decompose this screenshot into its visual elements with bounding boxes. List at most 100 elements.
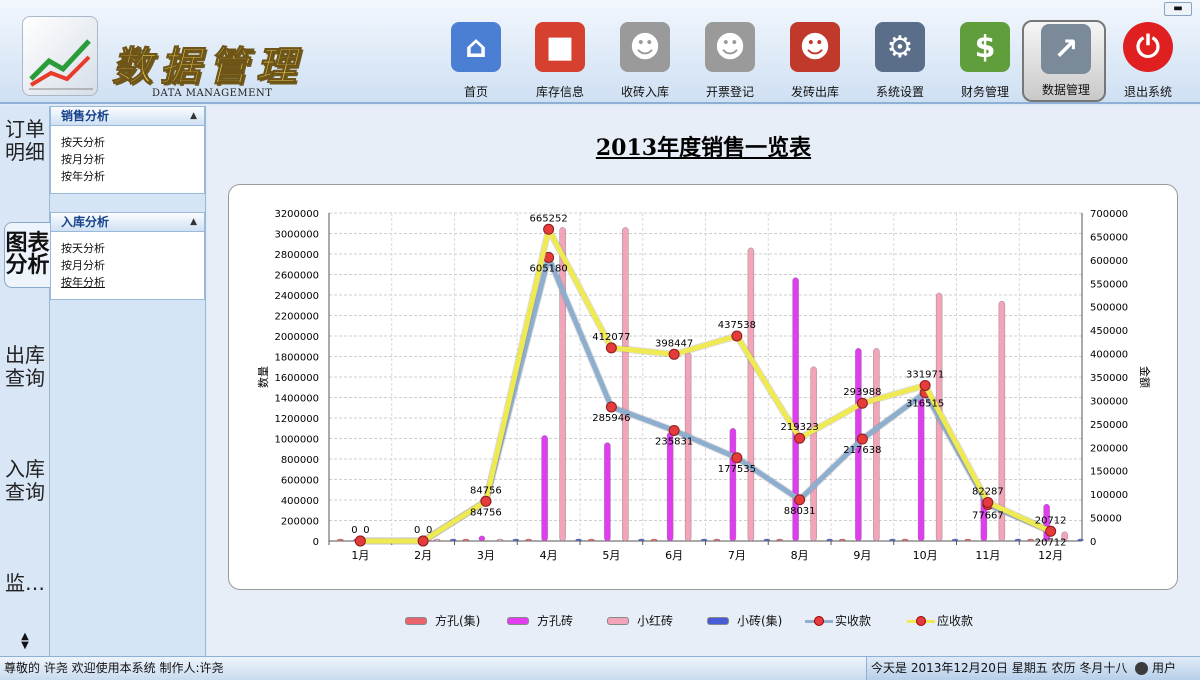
data-label: 285946 [592, 413, 630, 424]
legend-label: 方孔砖 [537, 614, 574, 628]
data-label: 235831 [655, 436, 693, 447]
tab-3[interactable]: 出库查询 [4, 344, 46, 390]
status-date-text: 今天是 2013年12月20日 星期五 农历 冬月十八 [871, 661, 1128, 675]
main-toolbar: ⌂ 首页 ■ 库存信息 ☻ 收砖入库 ☻ 开票登记 ☻ 发砖出库 ⚙ 系统设置 $ 财务管理 ↗ 数据管理 ⏻ 退… [434, 20, 1174, 102]
gear-icon: ⚙ [875, 22, 925, 72]
bar [650, 538, 658, 542]
y-left-axis-label: 数量 [257, 366, 270, 388]
x-tick-label: 2月 [414, 549, 432, 562]
boxes-icon: ■ [535, 22, 585, 72]
y-left-tick-label: 800000 [281, 455, 319, 466]
app-header: 数据管理 DATA MANAGEMENT ⌂ 首页 ■ 库存信息 ☻ 收砖入库 ☻ 开票登记 ☻… [0, 0, 1200, 104]
bar [525, 538, 532, 542]
toolbar-button-label: 开票登记 [705, 85, 754, 99]
chart-area: 2013年度销售一览表 3200000 3000000 2800000 2600000… [207, 106, 1200, 656]
legend-swatch [607, 617, 629, 625]
data-label: 77667 [972, 511, 1004, 522]
bar [839, 538, 846, 542]
worker-invoice-icon: ☻ [705, 22, 755, 72]
app-logo [22, 16, 98, 96]
menu-item[interactable]: 按年分析 [51, 168, 204, 185]
menu-item[interactable]: 按月分析 [51, 257, 204, 274]
wheelbarrow-icon: ☻ [790, 22, 840, 72]
bar [433, 538, 441, 542]
y-right-tick-label: 650000 [1090, 232, 1128, 243]
bar [889, 538, 896, 542]
data-label: 398447 [655, 338, 693, 349]
toolbar-button-worker-invoice[interactable]: ☻ 开票登记 [688, 20, 772, 102]
chart-title: 2013年度销售一览表 [595, 135, 812, 161]
app-subtitle: DATA MANAGEMENT [152, 88, 273, 99]
tab-5[interactable]: 监… [4, 572, 46, 612]
toolbar-button-boxes[interactable]: ■ 库存信息 [518, 20, 602, 102]
y-right-tick-label: 350000 [1090, 373, 1128, 384]
y-right-tick-label: 450000 [1090, 326, 1128, 337]
status-user-label[interactable]: 用户 [1152, 661, 1176, 675]
data-label: 20712 [1035, 515, 1067, 526]
toolbar-button-wheelbarrow[interactable]: ☻ 发砖出库 [773, 20, 857, 102]
menu-item[interactable]: 按年分析 [51, 274, 204, 291]
data-label: 605180 [530, 263, 568, 274]
tab-scroll-arrows[interactable]: ▲ ▼ [18, 632, 32, 651]
panel-title: 入库分析 [61, 215, 110, 229]
tab-1[interactable]: 订单明细 [4, 118, 46, 164]
chart-grid [328, 212, 1083, 542]
chart-frame: 3200000 3000000 2800000 2600000 2400000 22000… [228, 184, 1178, 590]
y-left-tick-label: 600000 [281, 476, 319, 487]
toolbar-button-label: 数据管理 [1041, 83, 1090, 97]
bar [462, 538, 470, 542]
menu-item[interactable]: 按月分析 [51, 151, 204, 168]
y-left-tick-label: 200000 [281, 517, 319, 528]
legend-marker [814, 616, 824, 626]
chart-legend: 方孔(集) 方孔砖 小红砖 小砖(集) 实收款 应收款 [207, 612, 1200, 630]
collapse-chevron-icon[interactable]: ▲ [190, 213, 197, 231]
menu-item[interactable]: 按天分析 [51, 240, 204, 257]
status-date-panel: 今天是 2013年12月20日 星期五 农历 冬月十八 用户 [866, 657, 1200, 680]
data-label: 665252 [530, 213, 568, 224]
tab-4[interactable]: 入库查询 [4, 458, 46, 504]
bar [337, 538, 344, 542]
legend-swatch [405, 617, 427, 625]
line-marker [794, 494, 806, 506]
bar [449, 538, 457, 542]
toolbar-button-worker-bricks-in[interactable]: ☻ 收砖入库 [603, 20, 687, 102]
bar [1027, 538, 1034, 542]
toolbar-button-power[interactable]: ⏻ 退出系统 [1106, 20, 1190, 102]
line-marker [605, 342, 617, 354]
toolbar-button-money-notepad[interactable]: $ 财务管理 [943, 20, 1027, 102]
y-right-axis-label: 金额 [1138, 366, 1152, 388]
x-tick-label: 4月 [540, 549, 558, 562]
line-marker [982, 496, 994, 508]
toolbar-button-house[interactable]: ⌂ 首页 [434, 20, 518, 102]
panel-header[interactable]: 入库分析 ▲ [51, 213, 204, 232]
y-left-tick-label: 1000000 [274, 435, 319, 446]
data-label: 0 [351, 525, 357, 536]
line-marker [731, 330, 743, 342]
power-icon: ⏻ [1123, 22, 1173, 72]
y-left-tick-label: 1800000 [274, 353, 319, 364]
bar [588, 538, 595, 542]
tab-2[interactable]: 图表分析 [4, 222, 50, 288]
window-control-button[interactable]: ▬ [1164, 2, 1192, 16]
bar [917, 397, 925, 542]
y-right-tick-label: 700000 [1090, 209, 1128, 220]
panel-header[interactable]: 销售分析 ▲ [51, 107, 204, 126]
line-marker [1045, 525, 1057, 537]
toolbar-button-label: 首页 [463, 85, 488, 99]
x-tick-label: 9月 [853, 549, 871, 562]
collapse-chevron-icon[interactable]: ▲ [190, 107, 197, 125]
toolbar-button-gear[interactable]: ⚙ 系统设置 [858, 20, 942, 102]
toolbar-button-chart[interactable]: ↗ 数据管理 [1022, 20, 1106, 102]
toolbar-button-label: 库存信息 [535, 85, 584, 99]
y-right-tick-label: 500000 [1090, 303, 1128, 314]
y-left-tick-label: 2400000 [274, 291, 319, 302]
y-left-tick-label: 2200000 [274, 312, 319, 323]
bar [901, 538, 909, 542]
toolbar-button-label: 发砖出库 [790, 85, 839, 99]
left-vertical-tabs: 订单明细图表分析出库查询入库查询监… [0, 106, 50, 656]
x-tick-label: 8月 [791, 549, 809, 562]
menu-item[interactable]: 按天分析 [51, 134, 204, 151]
money-notepad-icon: $ [960, 22, 1010, 72]
x-tick-label: 10月 [913, 549, 938, 562]
bar [541, 435, 548, 542]
